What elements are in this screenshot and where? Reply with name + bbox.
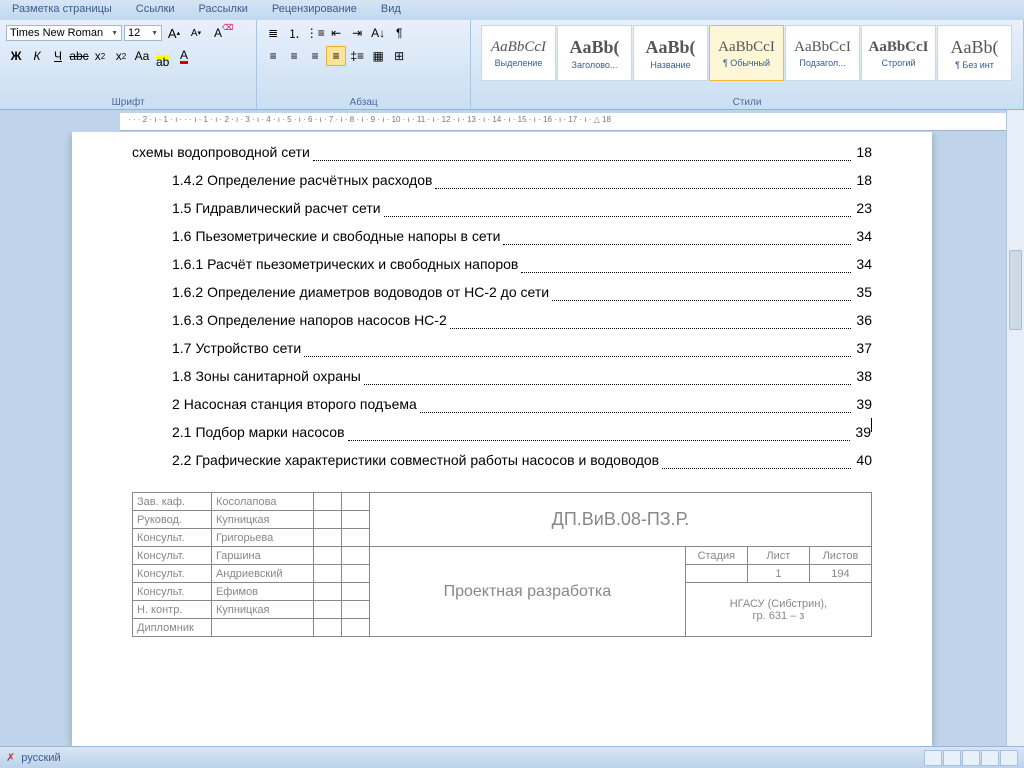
toc-line[interactable]: 1.4.2 Определение расчётных расходов18 xyxy=(132,166,872,194)
tab-review[interactable]: Рецензирование xyxy=(260,0,369,20)
font-color-button[interactable]: A xyxy=(174,46,194,66)
style-strong[interactable]: AaBbCcIСтрогий xyxy=(861,25,936,81)
style-emphasis[interactable]: AaBbCcIВыделение xyxy=(481,25,556,81)
tab-page-layout[interactable]: Разметка страницы xyxy=(0,0,124,20)
view-print-layout[interactable] xyxy=(924,750,942,766)
status-bar: ✗ русский xyxy=(0,746,1024,768)
horizontal-ruler[interactable]: · · · 2 · ı · 1 · ı · · · ı · 1 · ı · 2 … xyxy=(120,113,1016,131)
multilevel-button[interactable]: ⋮≡ xyxy=(305,23,325,43)
toc-line[interactable]: 2.1 Подбор марки насосов39 xyxy=(132,418,872,446)
style-nospacing[interactable]: AaBb(¶ Без инт xyxy=(937,25,1012,81)
font-name-combo[interactable]: Times New Roman▼ xyxy=(6,25,122,41)
strike-button[interactable]: abc xyxy=(69,46,89,66)
subscript-button[interactable]: x2 xyxy=(90,46,110,66)
increase-indent-button[interactable]: ⇥ xyxy=(347,23,367,43)
shading-button[interactable]: ▦ xyxy=(368,46,388,66)
bold-button[interactable]: Ж xyxy=(6,46,26,66)
clear-formatting-button[interactable]: A⌫ xyxy=(208,23,228,43)
borders-button[interactable]: ⊞ xyxy=(389,46,409,66)
align-left-button[interactable]: ≡ xyxy=(263,46,283,66)
view-outline[interactable] xyxy=(981,750,999,766)
toc-line[interactable]: 2 Насосная станция второго подъема39 xyxy=(132,390,872,418)
tab-view[interactable]: Вид xyxy=(369,0,413,20)
align-center-button[interactable]: ≡ xyxy=(284,46,304,66)
group-paragraph: ≣ ⒈ ⋮≡ ⇤ ⇥ A↓ ¶ ≡ ≡ ≡ ≡ ‡≡ ▦ ⊞ Абзац xyxy=(257,20,471,109)
toc-line[interactable]: 2.2 Графические характеристики совместно… xyxy=(132,446,872,474)
decrease-indent-button[interactable]: ⇤ xyxy=(326,23,346,43)
group-font: Times New Roman▼ 12▼ A▴ A▾ A⌫ Ж К Ч abc … xyxy=(0,20,257,109)
document-area: схемы водопроводной сети181.4.2 Определе… xyxy=(0,132,1004,746)
view-full-reading[interactable] xyxy=(943,750,961,766)
align-right-button[interactable]: ≡ xyxy=(305,46,325,66)
style-subtitle[interactable]: AaBbCcIПодзагол... xyxy=(785,25,860,81)
underline-button[interactable]: Ч xyxy=(48,46,68,66)
shrink-font-button[interactable]: A▾ xyxy=(186,23,206,43)
view-draft[interactable] xyxy=(1000,750,1018,766)
ribbon-tabs: Разметка страницы Ссылки Рассылки Реценз… xyxy=(0,0,1024,20)
change-case-button[interactable]: Aa xyxy=(132,46,152,66)
vertical-scrollbar[interactable] xyxy=(1006,110,1024,746)
toc-line[interactable]: 1.6.2 Определение диаметров водоводов от… xyxy=(132,278,872,306)
font-size-combo[interactable]: 12▼ xyxy=(124,25,162,41)
numbering-button[interactable]: ⒈ xyxy=(284,23,304,43)
toc-line[interactable]: 1.5 Гидравлический расчет сети23 xyxy=(132,194,872,222)
superscript-button[interactable]: x2 xyxy=(111,46,131,66)
toc-line[interactable]: 1.7 Устройство сети37 xyxy=(132,334,872,362)
show-marks-button[interactable]: ¶ xyxy=(389,23,409,43)
title-block-stamp: Зав. каф.КосолаповаДП.ВиВ.08-ПЗ.Р. Руков… xyxy=(132,492,872,637)
sort-button[interactable]: A↓ xyxy=(368,23,388,43)
highlight-button[interactable]: ab xyxy=(153,46,173,66)
toc-line[interactable]: 1.6.3 Определение напоров насосов НС-236 xyxy=(132,306,872,334)
style-normal[interactable]: AaBbCcI¶ Обычный xyxy=(709,25,784,81)
view-web-layout[interactable] xyxy=(962,750,980,766)
style-title[interactable]: AaBb(Название xyxy=(633,25,708,81)
language-indicator[interactable]: русский xyxy=(21,752,60,764)
toc-line[interactable]: 1.8 Зоны санитарной охраны38 xyxy=(132,362,872,390)
toc-line[interactable]: 1.6 Пьезометрические и свободные напоры … xyxy=(132,222,872,250)
italic-button[interactable]: К xyxy=(27,46,47,66)
bullets-button[interactable]: ≣ xyxy=(263,23,283,43)
tab-references[interactable]: Ссылки xyxy=(124,0,187,20)
tab-mailings[interactable]: Рассылки xyxy=(187,0,260,20)
ribbon: Times New Roman▼ 12▼ A▴ A▾ A⌫ Ж К Ч abc … xyxy=(0,20,1024,110)
spellcheck-icon[interactable]: ✗ xyxy=(6,751,15,764)
toc-line[interactable]: 1.6.1 Расчёт пьезометрических и свободны… xyxy=(132,250,872,278)
scrollbar-thumb[interactable] xyxy=(1009,250,1022,330)
page[interactable]: схемы водопроводной сети181.4.2 Определе… xyxy=(72,132,932,746)
toc-line[interactable]: схемы водопроводной сети18 xyxy=(132,138,872,166)
group-styles: AaBbCcIВыделение AaBb(Заголово... AaBb(Н… xyxy=(471,20,1024,109)
view-buttons xyxy=(924,750,1018,766)
justify-button[interactable]: ≡ xyxy=(326,46,346,66)
style-heading[interactable]: AaBb(Заголово... xyxy=(557,25,632,81)
line-spacing-button[interactable]: ‡≡ xyxy=(347,46,367,66)
grow-font-button[interactable]: A▴ xyxy=(164,23,184,43)
